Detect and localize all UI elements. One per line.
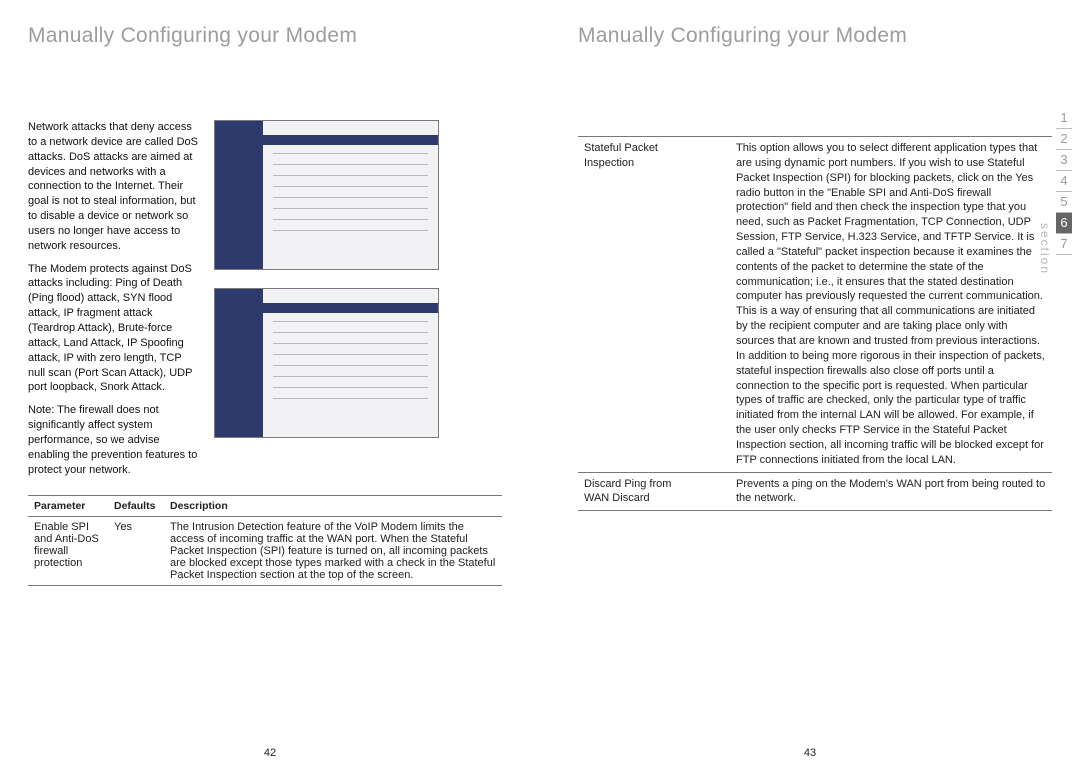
- page-number-left: 42: [0, 747, 540, 759]
- nav-1[interactable]: 1: [1056, 108, 1072, 129]
- nav-7[interactable]: 7: [1056, 234, 1072, 255]
- page-title-right: Manually Configuring your Modem: [578, 24, 1052, 48]
- cell-desc: Prevents a ping on the Modem's WAN port …: [730, 472, 1052, 511]
- screenshot-column: BELKIN BELKIN: [214, 120, 502, 485]
- nav-3[interactable]: 3: [1056, 150, 1072, 171]
- screenshot-content-lines: [273, 153, 428, 241]
- nav-6[interactable]: 6: [1056, 213, 1072, 234]
- parameters-table-right: Stateful Packet Inspection This option a…: [578, 136, 1052, 511]
- cell-defaults: [688, 137, 730, 473]
- modem-screenshot-2: BELKIN: [214, 288, 439, 438]
- table-row: Enable SPI and Anti-DoS firewall protect…: [28, 517, 502, 586]
- paragraph-attacks-list: The Modem protects against DoS attacks i…: [28, 262, 200, 396]
- page-42: Manually Configuring your Modem Network …: [0, 0, 540, 771]
- left-columns: Network attacks that deny access to a ne…: [28, 120, 502, 485]
- screenshot-topbar: [263, 303, 438, 313]
- table-header-row: Parameter Defaults Description: [28, 496, 502, 517]
- paragraph-dos-intro: Network attacks that deny access to a ne…: [28, 120, 200, 254]
- page-title-left: Manually Configuring your Modem: [28, 24, 502, 48]
- cell-param: Enable SPI and Anti-DoS firewall protect…: [28, 517, 108, 586]
- table-row: Discard Ping from WAN Discard Prevents a…: [578, 472, 1052, 511]
- page-number-right: 43: [540, 747, 1080, 759]
- body-text-column: Network attacks that deny access to a ne…: [28, 120, 200, 485]
- cell-desc: The Intrusion Detection feature of the V…: [164, 517, 502, 586]
- paragraph-note: Note: The firewall does not significantl…: [28, 403, 200, 477]
- col-parameter: Parameter: [28, 496, 108, 517]
- cell-param: Discard Ping from WAN Discard: [578, 472, 688, 511]
- section-nav: 1 2 3 4 5 6 7: [1056, 108, 1072, 255]
- parameters-table-left: Parameter Defaults Description Enable SP…: [28, 495, 502, 586]
- screenshot-topbar: [263, 135, 438, 145]
- modem-screenshot-1: BELKIN: [214, 120, 439, 270]
- page-43: Manually Configuring your Modem Stateful…: [540, 0, 1080, 771]
- table-row: Stateful Packet Inspection This option a…: [578, 137, 1052, 473]
- col-defaults: Defaults: [108, 496, 164, 517]
- screenshot-sidebar: [215, 289, 263, 437]
- nav-4[interactable]: 4: [1056, 171, 1072, 192]
- section-label: section: [1038, 223, 1052, 275]
- col-description: Description: [164, 496, 502, 517]
- page-spread: Manually Configuring your Modem Network …: [0, 0, 1080, 771]
- cell-defaults: [688, 472, 730, 511]
- cell-desc: This option allows you to select differe…: [730, 137, 1052, 473]
- cell-defaults: Yes: [108, 517, 164, 586]
- cell-param: Stateful Packet Inspection: [578, 137, 688, 473]
- nav-5[interactable]: 5: [1056, 192, 1072, 213]
- screenshot-content-lines: [273, 321, 428, 409]
- screenshot-sidebar: [215, 121, 263, 269]
- nav-2[interactable]: 2: [1056, 129, 1072, 150]
